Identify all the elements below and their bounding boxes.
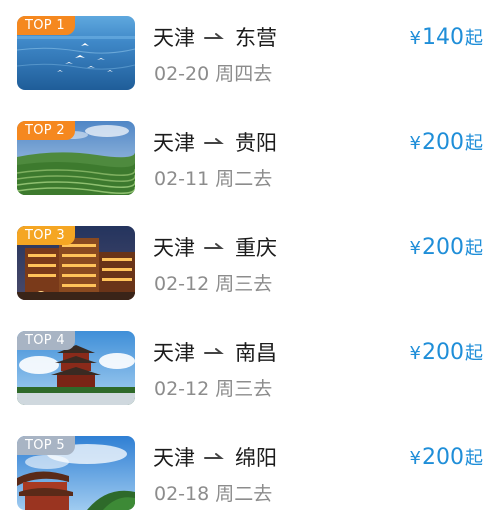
destination-item-3[interactable]: TOP 3 天津 重庆 02-12 周三去 ¥200起 bbox=[0, 210, 500, 314]
price: ¥140起 bbox=[410, 24, 483, 50]
price-value: 200 bbox=[422, 235, 464, 260]
price-value: 200 bbox=[422, 445, 464, 470]
route: 天津 绵阳 bbox=[153, 442, 277, 472]
rank-badge: TOP 1 bbox=[17, 16, 75, 35]
departure-date: 02-12 周三去 bbox=[154, 269, 272, 296]
price-value: 200 bbox=[422, 130, 464, 155]
destination-item-1[interactable]: TOP 1 天津 东营 02-20 周四去 ¥140起 bbox=[0, 0, 500, 104]
currency-symbol: ¥ bbox=[409, 238, 421, 259]
weekday-label: 周三去 bbox=[215, 378, 273, 400]
currency-symbol: ¥ bbox=[409, 343, 421, 364]
date-value: 02-12 bbox=[154, 273, 210, 295]
departure-date: 02-11 周二去 bbox=[154, 164, 272, 191]
weekday-label: 周四去 bbox=[215, 63, 273, 85]
price: ¥200起 bbox=[410, 339, 483, 365]
price-suffix: 起 bbox=[465, 28, 483, 49]
route: 天津 东营 bbox=[153, 22, 277, 52]
destination-item-5[interactable]: TOP 5 天津 绵阳 02-18 周二去 ¥200起 bbox=[0, 420, 500, 524]
origin-city: 天津 bbox=[153, 236, 195, 260]
destination-city: 贵阳 bbox=[235, 131, 277, 155]
arrow-right-icon bbox=[204, 241, 226, 253]
departure-date: 02-18 周二去 bbox=[154, 479, 272, 506]
origin-city: 天津 bbox=[153, 341, 195, 365]
destination-item-4[interactable]: TOP 4 天津 南昌 02-12 周三去 ¥200起 bbox=[0, 315, 500, 419]
price-suffix: 起 bbox=[465, 448, 483, 469]
arrow-right-icon bbox=[204, 31, 226, 43]
currency-symbol: ¥ bbox=[409, 133, 421, 154]
destination-city: 南昌 bbox=[235, 341, 277, 365]
origin-city: 天津 bbox=[153, 26, 195, 50]
arrow-right-icon bbox=[204, 346, 226, 358]
price-suffix: 起 bbox=[465, 238, 483, 259]
date-value: 02-20 bbox=[154, 63, 210, 85]
departure-date: 02-12 周三去 bbox=[154, 374, 272, 401]
price-value: 140 bbox=[422, 25, 464, 50]
date-value: 02-11 bbox=[154, 168, 210, 190]
price: ¥200起 bbox=[410, 129, 483, 155]
destination-city: 重庆 bbox=[235, 236, 277, 260]
rank-badge: TOP 3 bbox=[17, 226, 75, 245]
temple-roof-photo: TOP 5 bbox=[17, 436, 135, 510]
rank-badge: TOP 2 bbox=[17, 121, 75, 140]
rank-badge: TOP 5 bbox=[17, 436, 75, 455]
price-value: 200 bbox=[422, 340, 464, 365]
pavilion-tower-photo: TOP 4 bbox=[17, 331, 135, 405]
route: 天津 贵阳 bbox=[153, 127, 277, 157]
weekday-label: 周三去 bbox=[215, 273, 273, 295]
night-buildings-photo: TOP 3 bbox=[17, 226, 135, 300]
price-suffix: 起 bbox=[465, 133, 483, 154]
seagulls-sea-photo: TOP 1 bbox=[17, 16, 135, 90]
price: ¥200起 bbox=[410, 234, 483, 260]
date-value: 02-12 bbox=[154, 378, 210, 400]
date-value: 02-18 bbox=[154, 483, 210, 505]
weekday-label: 周二去 bbox=[215, 168, 273, 190]
destination-city: 东营 bbox=[235, 26, 277, 50]
destination-item-2[interactable]: TOP 2 天津 贵阳 02-11 周二去 ¥200起 bbox=[0, 105, 500, 209]
origin-city: 天津 bbox=[153, 131, 195, 155]
route: 天津 南昌 bbox=[153, 337, 277, 367]
destination-city: 绵阳 bbox=[235, 446, 277, 470]
currency-symbol: ¥ bbox=[409, 448, 421, 469]
currency-symbol: ¥ bbox=[409, 28, 421, 49]
rank-badge: TOP 4 bbox=[17, 331, 75, 350]
terraced-fields-photo: TOP 2 bbox=[17, 121, 135, 195]
destination-list: TOP 1 天津 东营 02-20 周四去 ¥140起 TOP 2 天津 贵阳 … bbox=[0, 0, 500, 523]
weekday-label: 周二去 bbox=[215, 483, 273, 505]
arrow-right-icon bbox=[204, 136, 226, 148]
origin-city: 天津 bbox=[153, 446, 195, 470]
price-suffix: 起 bbox=[465, 343, 483, 364]
route: 天津 重庆 bbox=[153, 232, 277, 262]
arrow-right-icon bbox=[204, 451, 226, 463]
price: ¥200起 bbox=[410, 444, 483, 470]
departure-date: 02-20 周四去 bbox=[154, 59, 272, 86]
